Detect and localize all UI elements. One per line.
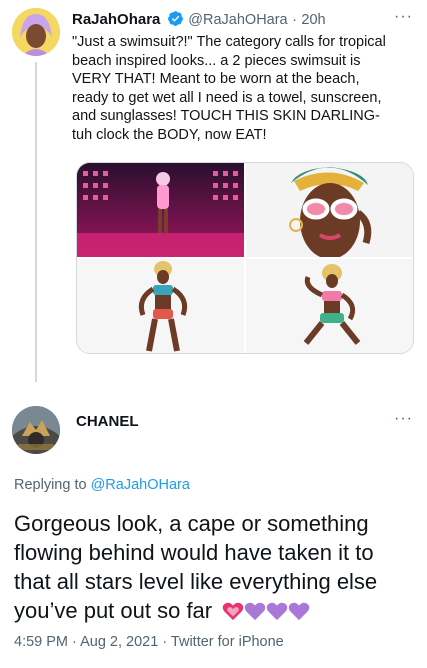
reply-author-name[interactable]: CHANEL [76, 413, 139, 430]
replying-to-line: Replying to @RaJahOHara [14, 477, 190, 493]
rajah-avatar[interactable] [12, 8, 60, 56]
more-options-icon[interactable]: ··· [394, 8, 413, 26]
reply-timestamp[interactable]: 4:59 PM · Aug 2, 2021 · [14, 634, 171, 650]
reply-timestamp-line: 4:59 PM · Aug 2, 2021 · Twitter for iPho… [14, 634, 284, 650]
tweet-text: "Just a swimsuit?!" The category calls f… [72, 33, 417, 145]
tweet-text-line: ready to get wet all I need is a towel, … [72, 89, 382, 106]
tweet-text-line: and sunglasses! TOUCH THIS SKIN DARLING- [72, 108, 380, 125]
reply-more-options-icon[interactable]: ··· [394, 410, 413, 428]
sunglasses-closeup-photo[interactable] [246, 163, 413, 257]
sparkling-heart-icon [222, 599, 244, 621]
author-handle[interactable]: @RaJahOHara [188, 12, 287, 28]
reply-text: Gorgeous look, a cape or something flowi… [14, 509, 419, 625]
replying-to-handle[interactable]: @RaJahOHara [91, 477, 190, 493]
tweet-text-line: tuh clock the BODY, now EAT! [72, 126, 267, 143]
purple-heart-icon [266, 599, 288, 621]
reply-text-line: flowing behind would have taken it to [14, 540, 374, 565]
thread-line [35, 62, 37, 382]
tweet-text-line: beach inspired looks... a 2 pieces swims… [72, 52, 361, 69]
chanel-avatar[interactable] [12, 406, 60, 454]
reply-text-line: you’ve put out so far [14, 596, 419, 625]
time-separator: · [292, 12, 297, 28]
tweet-time[interactable]: 20h [301, 12, 325, 28]
tweet-header: RaJahOhara @RaJahOHara · 20h [72, 10, 402, 30]
seated-pose-photo[interactable] [246, 259, 413, 353]
reply-text-line: that all stars level like everything els… [14, 569, 378, 594]
reply-client[interactable]: Twitter for iPhone [171, 634, 284, 650]
reply-text-line: Gorgeous look, a cape or something [14, 511, 369, 536]
runway-photo[interactable] [77, 163, 244, 257]
replying-to-label: Replying to [14, 477, 91, 493]
purple-heart-icon [288, 599, 310, 621]
full-body-pose-photo[interactable] [77, 259, 244, 353]
photo-grid [76, 162, 414, 354]
purple-heart-icon [244, 599, 266, 621]
reply-text-line-end: you’ve put out so far [14, 598, 213, 623]
tweet-text-line: VERY THAT! Meant to be worn at the beach… [72, 71, 360, 88]
tweet-text-line: "Just a swimsuit?!" The category calls f… [72, 34, 386, 50]
verified-badge-icon [167, 10, 184, 32]
author-name[interactable]: RaJahOhara [72, 11, 160, 28]
